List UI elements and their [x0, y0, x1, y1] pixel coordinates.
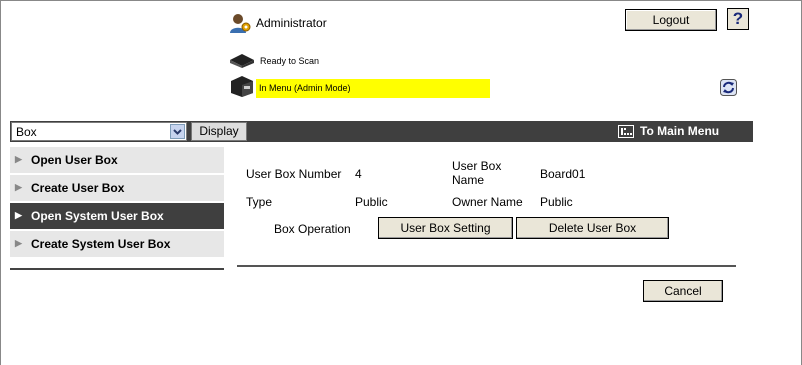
chevron-down-icon[interactable]	[170, 124, 185, 139]
triangle-right-icon: ▶	[15, 182, 22, 192]
window-top-border	[0, 0, 802, 1]
administrator-icon	[230, 14, 251, 33]
printer-icon	[231, 76, 253, 97]
owner-name-value: Public	[540, 195, 573, 209]
box-name-value: Board01	[540, 167, 586, 181]
window-left-border	[0, 0, 1, 365]
triangle-right-icon: ▶	[15, 238, 22, 248]
mode-status-text: In Menu (Admin Mode)	[259, 83, 351, 93]
box-number-label: User Box Number	[246, 167, 342, 181]
box-number-value: 4	[355, 167, 362, 181]
logout-button[interactable]: Logout	[625, 9, 717, 31]
sidebar-item-open-system-user-box[interactable]: ▶ Open System User Box	[10, 203, 224, 229]
box-category-value: Box	[16, 125, 37, 139]
sidebar-item-open-user-box[interactable]: ▶ Open User Box	[10, 147, 224, 173]
box-category-select[interactable]: Box	[11, 122, 187, 141]
triangle-right-icon: ▶	[15, 154, 22, 164]
mode-status-bar: In Menu (Admin Mode)	[256, 79, 490, 98]
triangle-right-icon: ▶	[15, 210, 22, 220]
refresh-icon[interactable]	[720, 79, 737, 96]
type-value: Public	[355, 195, 388, 209]
scanner-icon	[230, 54, 254, 68]
user-role-label: Administrator	[256, 16, 327, 30]
display-button[interactable]: Display	[191, 122, 247, 141]
main-menu-icon[interactable]	[618, 125, 634, 138]
sidebar-item-create-user-box[interactable]: ▶ Create User Box	[10, 175, 224, 201]
cancel-button[interactable]: Cancel	[643, 280, 723, 302]
scan-status-text: Ready to Scan	[260, 56, 320, 66]
sidebar-item-label: Create System User Box	[31, 237, 171, 251]
sidebar-item-label: Open User Box	[31, 153, 118, 167]
user-box-setting-button[interactable]: User Box Setting	[378, 217, 513, 239]
sidebar-item-label: Open System User Box	[31, 209, 164, 223]
type-label: Type	[246, 195, 273, 209]
sidebar-item-create-system-user-box[interactable]: ▶ Create System User Box	[10, 231, 224, 257]
delete-user-box-button[interactable]: Delete User Box	[516, 217, 669, 239]
sidebar-divider	[10, 268, 224, 270]
help-button[interactable]: ?	[727, 8, 749, 30]
owner-name-label: Owner Name	[452, 195, 523, 209]
help-icon: ?	[732, 9, 744, 28]
box-operation-label: Box Operation	[274, 222, 351, 236]
sidebar-item-label: Create User Box	[31, 181, 125, 195]
box-name-label: User Box Name	[452, 159, 502, 187]
content-divider	[237, 265, 736, 267]
to-main-menu-link[interactable]: To Main Menu	[640, 124, 719, 138]
